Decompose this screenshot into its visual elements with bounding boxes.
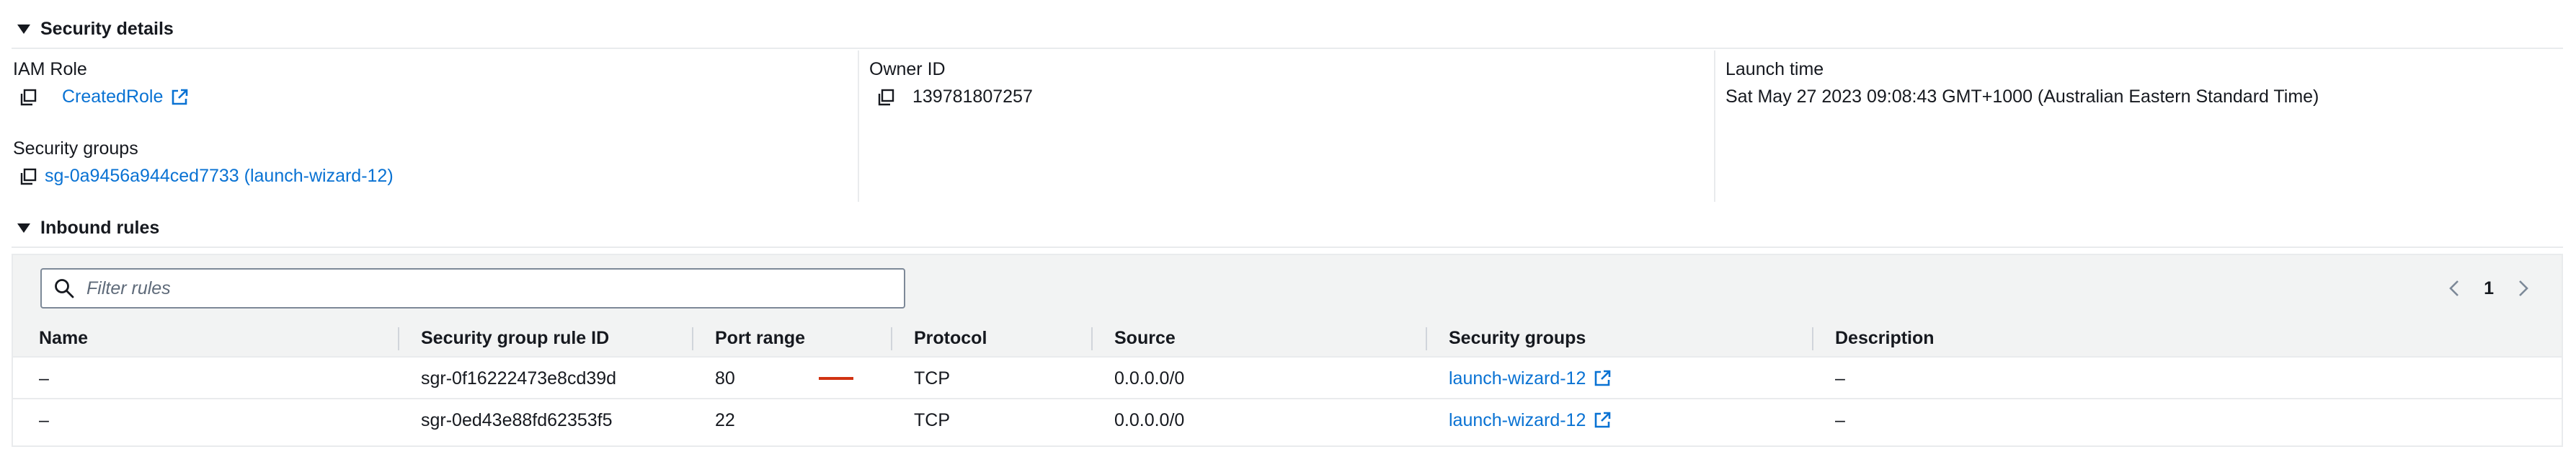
annotation-mark — [819, 377, 853, 380]
cell-name: – — [39, 368, 49, 389]
column-resizer[interactable] — [398, 327, 399, 350]
cell-name: – — [39, 409, 49, 430]
caret-down-icon — [17, 223, 30, 233]
divider — [12, 48, 2563, 49]
column-resizer[interactable] — [692, 327, 693, 350]
copy-icon[interactable] — [876, 88, 895, 107]
divider — [12, 247, 2563, 248]
cell-description: – — [1835, 409, 1845, 430]
cell-port-range: 80 — [715, 368, 735, 389]
security-details-toggle[interactable]: Security details — [17, 19, 174, 40]
chevron-left-icon[interactable] — [2445, 278, 2465, 298]
launch-time-value: Sat May 27 2023 09:08:43 GMT+1000 (Austr… — [1726, 86, 2319, 107]
column-header-description[interactable]: Description — [1835, 319, 1935, 358]
iam-role-label: IAM Role — [13, 59, 87, 79]
filter-rules-box[interactable] — [40, 268, 905, 309]
cell-description: – — [1835, 368, 1845, 389]
column-divider — [858, 50, 859, 202]
cell-security-group: launch-wizard-12 — [1449, 399, 1612, 441]
cell-port-range: 22 — [715, 409, 735, 430]
pagination: 1 — [2445, 271, 2533, 306]
cell-rule-id: sgr-0f16222473e8cd39d — [421, 368, 617, 389]
owner-id-text: 139781807257 — [912, 86, 1033, 107]
table-row[interactable]: – sgr-0f16222473e8cd39d 80 TCP 0.0.0.0/0… — [13, 358, 2562, 399]
inbound-rules-toggle[interactable]: Inbound rules — [17, 218, 159, 239]
cell-security-group: launch-wizard-12 — [1449, 358, 1612, 399]
owner-id-value: 139781807257 — [876, 86, 1033, 107]
security-groups-value: sg-0a9456a944ced7733 (launch-wizard-12) — [19, 166, 394, 187]
copy-icon[interactable] — [19, 167, 37, 186]
cell-rule-id: sgr-0ed43e88fd62353f5 — [421, 409, 613, 430]
security-groups-label: Security groups — [13, 138, 138, 159]
column-header-port-range[interactable]: Port range — [715, 319, 805, 358]
table-toolbar: 1 — [13, 254, 2562, 319]
column-header-source[interactable]: Source — [1114, 319, 1176, 358]
search-icon — [55, 279, 74, 298]
inbound-rules-table: 1 Name Security group rule ID Port range… — [12, 254, 2563, 447]
table-row[interactable]: – sgr-0ed43e88fd62353f5 22 TCP 0.0.0.0/0… — [13, 399, 2562, 441]
column-header-security-groups[interactable]: Security groups — [1449, 319, 1586, 358]
iam-role-link[interactable]: CreatedRole — [62, 86, 163, 107]
cell-source: 0.0.0.0/0 — [1114, 368, 1185, 389]
inbound-rules-title: Inbound rules — [40, 218, 160, 238]
security-details-page: Security details IAM Role CreatedRole Ow… — [0, 0, 2576, 457]
column-resizer[interactable] — [891, 327, 892, 350]
security-details-title: Security details — [40, 19, 174, 39]
copy-icon[interactable] — [19, 88, 37, 107]
column-divider — [1714, 50, 1715, 202]
column-header-rule-id[interactable]: Security group rule ID — [421, 319, 609, 358]
security-group-link[interactable]: launch-wizard-12 — [1449, 368, 1586, 389]
external-link-icon[interactable] — [1593, 369, 1612, 388]
cell-protocol: TCP — [914, 409, 950, 430]
column-resizer[interactable] — [1426, 327, 1427, 350]
column-header-protocol[interactable]: Protocol — [914, 319, 987, 358]
external-link-icon[interactable] — [1593, 411, 1612, 430]
security-group-link[interactable]: launch-wizard-12 — [1449, 410, 1586, 431]
iam-role-value: CreatedRole — [19, 86, 189, 107]
security-group-link[interactable]: sg-0a9456a944ced7733 (launch-wizard-12) — [45, 166, 394, 187]
column-resizer[interactable] — [1091, 327, 1093, 350]
launch-time-label: Launch time — [1726, 59, 1824, 79]
external-link-icon[interactable] — [170, 88, 189, 107]
column-header-name[interactable]: Name — [39, 319, 88, 358]
caret-down-icon — [17, 25, 30, 34]
owner-id-label: Owner ID — [869, 59, 946, 79]
cell-source: 0.0.0.0/0 — [1114, 409, 1185, 430]
table-header: Name Security group rule ID Port range P… — [13, 319, 2562, 358]
page-number[interactable]: 1 — [2484, 278, 2494, 299]
filter-rules-input[interactable] — [86, 278, 879, 299]
chevron-right-icon[interactable] — [2513, 278, 2533, 298]
column-resizer[interactable] — [1812, 327, 1813, 350]
cell-protocol: TCP — [914, 368, 950, 389]
